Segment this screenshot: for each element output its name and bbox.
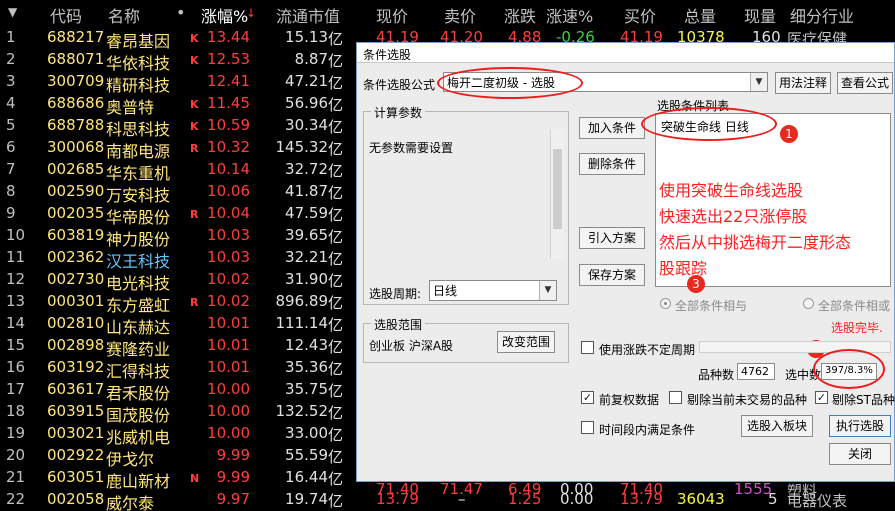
params-scrollbar[interactable] [550, 129, 564, 259]
col-now-vol[interactable]: 现量 [744, 3, 776, 27]
row22-bid: 13.79 [620, 490, 663, 508]
add-condition-button[interactable]: 加入条件 [579, 117, 645, 139]
timespan-label: 时间段内满足条件 [599, 423, 696, 437]
exclude-untraded-checkbox[interactable] [669, 391, 682, 404]
period-label: 选股周期: [369, 287, 422, 301]
variety-count-field: 4762 [737, 363, 775, 380]
add-to-block-button[interactable]: 选股入板块 [741, 415, 813, 437]
use-period-label: 使用涨跌不定周期 [599, 343, 696, 357]
condition-highlight-oval [641, 107, 777, 141]
row22-speed: 0.00 [560, 490, 594, 508]
fq-data-label: 前复权数据 [599, 393, 660, 407]
timespan-checkbox[interactable] [581, 421, 594, 434]
close-button[interactable]: 关闭 [829, 443, 891, 465]
annotation-line-2: 快速选出22只涨停股 [659, 207, 808, 226]
fq-data-checkbox[interactable]: ✓ [581, 391, 594, 404]
import-scheme-button[interactable]: 引入方案 [579, 227, 645, 249]
exclude-st-checkbox[interactable]: ✓ [815, 391, 828, 404]
row21-volume: 1555 [734, 480, 773, 498]
radio-all-or[interactable] [803, 298, 814, 309]
col-industry[interactable]: 细分行业 [790, 3, 854, 27]
badge-1: 1 [780, 125, 798, 143]
radio-all-or-label: 全部条件相或 [818, 299, 891, 313]
sort-icon[interactable]: ▼ [8, 5, 17, 19]
change-range-button[interactable]: 改变范围 [497, 331, 555, 353]
params-group-title: 计算参数 [371, 104, 426, 121]
table-header: ▼ 代码 名称 • 涨幅% ↓ 流通市值 现价 卖价 涨跌 涨速% 买价 总量 … [0, 0, 895, 26]
run-selection-button[interactable]: 执行选股 [829, 415, 891, 437]
col-updown[interactable]: 涨跌 [504, 3, 536, 27]
period-value: 日线 [433, 284, 458, 298]
badge-3: 3 [687, 275, 705, 293]
col-volume[interactable]: 总量 [684, 3, 716, 27]
annotation-line-1: 使用突破生命线选股 [659, 181, 804, 200]
period-select[interactable]: 日线 ▼ [429, 280, 557, 301]
row22-industry: 电器仪表 [787, 492, 848, 510]
done-status: 选股完毕. [831, 321, 883, 335]
delete-condition-button[interactable]: 删除条件 [579, 153, 645, 175]
row22-ask: – [458, 490, 466, 508]
variety-count-label: 品种数 [698, 368, 735, 382]
range-group-title: 选股范围 [371, 316, 426, 333]
chevron-down-icon[interactable]: ▼ [750, 73, 767, 91]
row22-price: 13.79 [376, 490, 419, 508]
row22-now-vol: 5 [768, 490, 778, 508]
sort-down-arrow-icon: ↓ [246, 6, 257, 20]
radio-all-and[interactable] [660, 298, 671, 309]
formula-label: 条件选股公式 [363, 78, 436, 92]
row22-updown: 1.25 [508, 490, 542, 508]
col-change[interactable]: 涨幅% [201, 3, 248, 27]
col-market-cap[interactable]: 流通市值 [276, 3, 340, 27]
row22-volume: 36043 [677, 490, 725, 508]
exclude-st-label: 剔除ST品种 [832, 393, 895, 407]
selected-highlight-oval [813, 349, 885, 389]
use-period-checkbox[interactable] [581, 341, 594, 354]
col-bid[interactable]: 买价 [624, 3, 656, 27]
condition-stock-selection-dialog: 条件选股 条件选股公式 梅开二度初级 - 选股 ▼ 用法注释 查看公式 计算参数… [356, 42, 895, 482]
col-price[interactable]: 现价 [376, 3, 408, 27]
radio-all-and-label: 全部条件相与 [675, 299, 748, 313]
col-dot: • [176, 3, 186, 22]
usage-notes-button[interactable]: 用法注释 [775, 72, 831, 94]
exclude-untraded-label: 剔除当前未交易的品种 [687, 393, 808, 407]
col-code[interactable]: 代码 [50, 3, 82, 27]
annotation-line-3: 然后从中挑选梅开二度形态 [659, 233, 852, 252]
view-formula-button[interactable]: 查看公式 [837, 72, 893, 94]
formula-highlight-oval [437, 67, 583, 99]
dialog-title[interactable]: 条件选股 [357, 43, 894, 63]
chevron-down-icon[interactable]: ▼ [539, 281, 556, 300]
range-text: 创业板 沪深A股 [369, 339, 454, 353]
save-scheme-button[interactable]: 保存方案 [579, 264, 645, 286]
col-ask[interactable]: 卖价 [444, 3, 476, 27]
col-name[interactable]: 名称 [108, 3, 140, 27]
col-speed[interactable]: 涨速% [546, 3, 593, 27]
params-text: 无参数需要设置 [369, 141, 454, 155]
